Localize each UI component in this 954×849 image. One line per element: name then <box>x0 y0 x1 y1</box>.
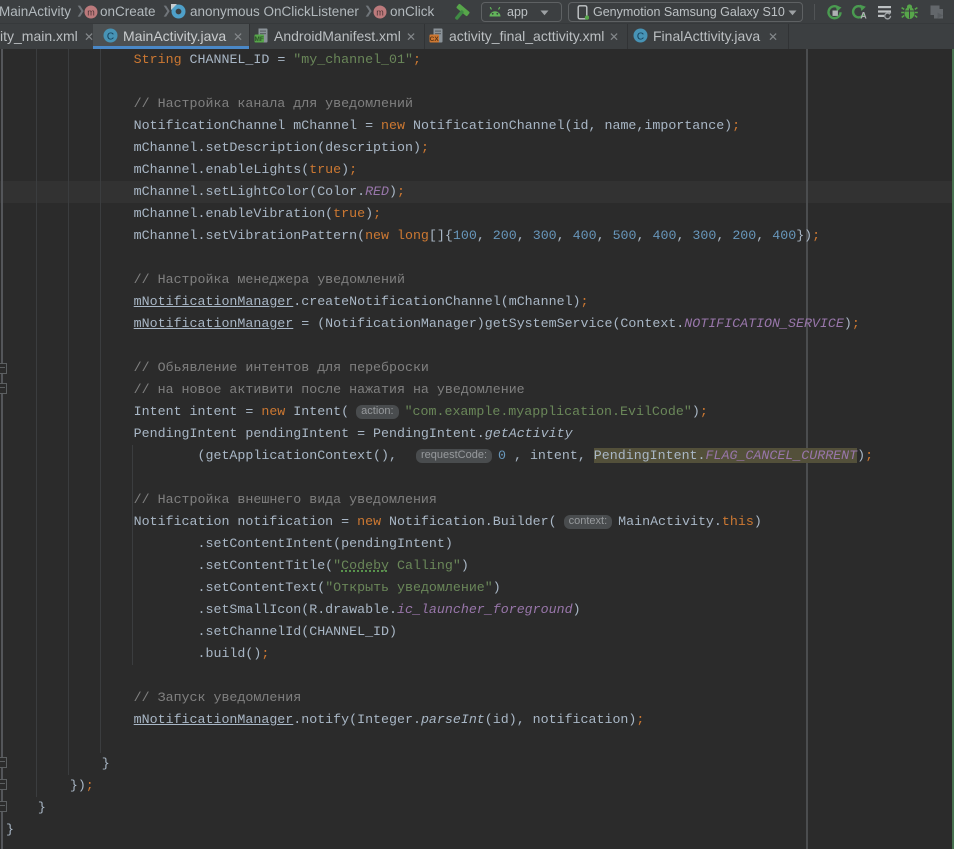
svg-text:m: m <box>87 8 95 18</box>
svg-text:C: C <box>107 32 114 43</box>
svg-text:A: A <box>860 11 867 21</box>
svg-text:m: m <box>376 8 384 18</box>
svg-text:CX: CX <box>430 36 440 43</box>
svg-text:C: C <box>637 32 644 43</box>
svg-text:MF: MF <box>255 36 264 43</box>
